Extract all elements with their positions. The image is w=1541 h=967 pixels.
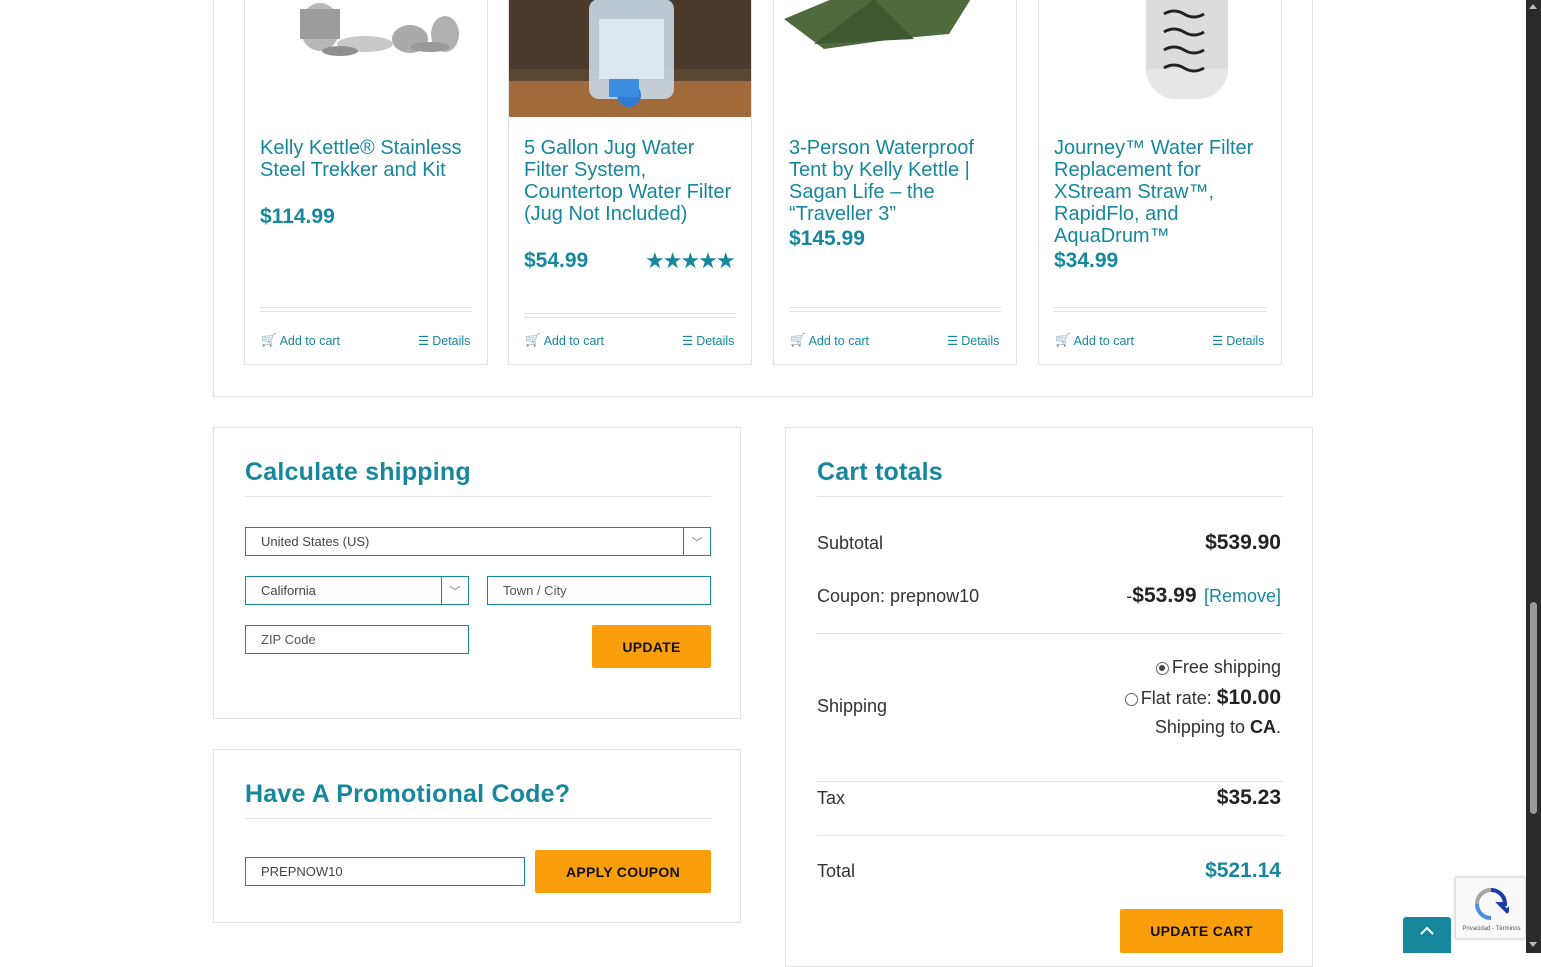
chevron-up-icon	[1420, 926, 1434, 935]
total-value: $521.14	[1205, 859, 1281, 882]
list-icon: ☰	[1212, 334, 1224, 348]
add-to-cart-button[interactable]: 🛒 Add to cart	[790, 333, 869, 348]
divider	[245, 818, 711, 819]
product-price: $114.99	[260, 205, 335, 228]
product-card: Journey™ Water Filter Replacement for XS…	[1038, 0, 1282, 365]
details-link[interactable]: ☰ Details	[682, 333, 734, 349]
product-title[interactable]: Kelly Kettle® Stainless Steel Trekker an…	[260, 137, 478, 181]
coupon-code-input[interactable]: PREPNOW10	[245, 857, 525, 886]
list-icon: ☰	[418, 334, 430, 348]
scrollbar-thumb[interactable]	[1530, 602, 1537, 814]
add-to-cart-button[interactable]: 🛒 Add to cart	[261, 333, 340, 348]
cart-totals-title: Cart totals	[817, 458, 943, 486]
scroll-up-arrow-icon[interactable]	[1529, 4, 1537, 9]
flat-rate-option[interactable]: Flat rate: $10.00	[1124, 686, 1281, 710]
recaptcha-icon	[1473, 886, 1519, 922]
divider	[817, 781, 1283, 782]
product-card: 5 Gallon Jug Water Filter System, Counte…	[508, 0, 752, 365]
product-card: Kelly Kettle® Stainless Steel Trekker an…	[244, 0, 488, 365]
divider	[817, 633, 1283, 634]
product-card: 3-Person Waterproof Tent by Kelly Kettle…	[773, 0, 1017, 365]
country-select[interactable]: United States (US) ﹀	[245, 527, 711, 556]
product-image[interactable]	[774, 0, 1016, 117]
card-divider	[524, 313, 736, 318]
shipping-calculator-panel: Calculate shipping United States (US) ﹀ …	[213, 427, 741, 719]
update-shipping-button[interactable]: UPDATE	[592, 625, 711, 668]
rating-stars: ★★★★★	[645, 248, 736, 273]
product-image[interactable]	[245, 0, 487, 117]
remove-coupon-link[interactable]: [Remove]	[1204, 586, 1281, 606]
zip-input[interactable]: ZIP Code	[245, 625, 469, 654]
promo-code-panel: Have A Promotional Code? PREPNOW10 APPLY…	[213, 749, 741, 923]
add-to-cart-button[interactable]: 🛒 Add to cart	[1055, 333, 1134, 348]
product-price: $34.99	[1054, 249, 1119, 272]
subtotal-label: Subtotal	[817, 533, 884, 553]
product-price: $54.99	[524, 249, 589, 272]
promo-code-title: Have A Promotional Code?	[245, 780, 571, 808]
chevron-down-icon: ﹀	[683, 528, 710, 555]
tax-label: Tax	[817, 788, 846, 808]
cart-icon: 🛒	[525, 333, 541, 347]
coupon-label: Coupon: prepnow10	[817, 586, 980, 606]
details-link[interactable]: ☰ Details	[1212, 333, 1264, 349]
shipping-label: Shipping	[817, 696, 888, 716]
scrollbar[interactable]	[1526, 0, 1541, 953]
recaptcha-footer[interactable]: Privacidad - Términos	[1459, 926, 1524, 932]
card-divider	[789, 307, 1001, 312]
total-label: Total	[817, 861, 856, 881]
list-icon: ☰	[947, 334, 959, 348]
product-title[interactable]: 5 Gallon Jug Water Filter System, Counte…	[524, 137, 742, 225]
list-icon: ☰	[682, 334, 694, 348]
add-to-cart-button[interactable]: 🛒 Add to cart	[525, 333, 604, 348]
shipping-destination: Shipping to CA.	[1154, 717, 1281, 737]
product-title[interactable]: 3-Person Waterproof Tent by Kelly Kettle…	[789, 137, 1007, 225]
free-shipping-option[interactable]: Free shipping	[1155, 657, 1281, 678]
card-divider	[1054, 307, 1266, 312]
cart-totals-panel: Cart totals Subtotal $539.90 Coupon: pre…	[785, 427, 1313, 967]
chevron-down-icon: ﹀	[441, 577, 468, 604]
apply-coupon-button[interactable]: APPLY COUPON	[535, 850, 711, 893]
coupon-discount: -$53.99 [Remove]	[1126, 584, 1281, 607]
divider	[817, 835, 1283, 836]
details-link[interactable]: ☰ Details	[947, 333, 999, 349]
product-title[interactable]: Journey™ Water Filter Replacement for XS…	[1054, 137, 1272, 247]
back-to-top-button[interactable]	[1403, 917, 1451, 953]
radio-checked-icon[interactable]	[1155, 661, 1169, 675]
product-price: $145.99	[789, 227, 865, 250]
scroll-down-arrow-icon[interactable]	[1529, 942, 1537, 947]
cart-icon: 🛒	[790, 333, 806, 347]
tax-value: $35.23	[1216, 786, 1281, 809]
update-cart-button[interactable]: UPDATE CART	[1120, 909, 1283, 953]
card-divider	[260, 307, 472, 312]
radio-unchecked-icon[interactable]	[1124, 692, 1138, 706]
city-input[interactable]: Town / City	[487, 576, 711, 605]
product-image[interactable]	[509, 0, 751, 117]
divider	[245, 496, 711, 497]
state-select[interactable]: California ﹀	[245, 576, 469, 605]
recaptcha-badge[interactable]: Privacidad - Términos	[1455, 877, 1526, 939]
product-image[interactable]	[1039, 0, 1281, 117]
divider	[817, 496, 1283, 497]
details-link[interactable]: ☰ Details	[418, 333, 470, 349]
cart-icon: 🛒	[1055, 333, 1071, 347]
subtotal-value: $539.90	[1205, 531, 1281, 554]
cart-icon: 🛒	[261, 333, 277, 347]
shipping-calculator-title: Calculate shipping	[245, 458, 471, 486]
